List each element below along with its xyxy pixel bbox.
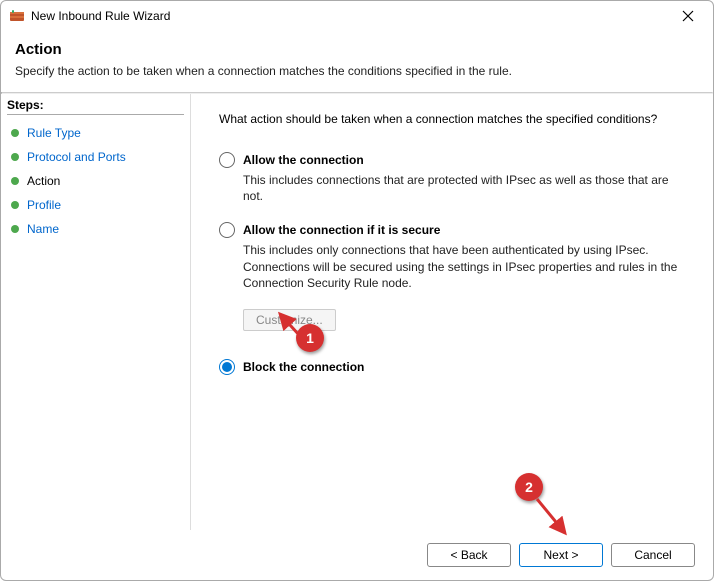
sidebar-item-profile[interactable]: Profile [7, 193, 184, 217]
bullet-icon [11, 177, 19, 185]
step-label: Profile [27, 198, 61, 212]
page-subtitle: Specify the action to be taken when a co… [15, 64, 699, 78]
wizard-header: Action Specify the action to be taken wh… [1, 31, 713, 92]
radio-desc-secure: This includes only connections that have… [243, 242, 683, 291]
step-label: Protocol and Ports [27, 150, 126, 164]
firewall-icon [9, 8, 25, 24]
page-title: Action [15, 41, 699, 58]
steps-sidebar: Steps: Rule Type Protocol and Ports Acti… [1, 94, 191, 530]
sidebar-item-rule-type[interactable]: Rule Type [7, 121, 184, 145]
step-label: Rule Type [27, 126, 81, 140]
sidebar-item-name[interactable]: Name [7, 217, 184, 241]
titlebar: New Inbound Rule Wizard [1, 1, 713, 31]
radio-label: Allow the connection if it is secure [243, 223, 440, 237]
close-icon [682, 10, 694, 22]
radio-icon [219, 152, 235, 168]
wizard-footer: < Back Next > Cancel [1, 530, 713, 580]
radio-icon [219, 359, 235, 375]
main-panel: What action should be taken when a conne… [191, 94, 713, 530]
bullet-icon [11, 201, 19, 209]
step-label: Name [27, 222, 59, 236]
radio-label: Block the connection [243, 360, 364, 374]
radio-icon [219, 222, 235, 238]
cancel-button[interactable]: Cancel [611, 543, 695, 567]
sidebar-item-action[interactable]: Action [7, 169, 184, 193]
radio-label: Allow the connection [243, 153, 364, 167]
steps-heading: Steps: [7, 98, 184, 115]
bullet-icon [11, 129, 19, 137]
bullet-icon [11, 225, 19, 233]
radio-allow-secure[interactable]: Allow the connection if it is secure [219, 222, 685, 238]
radio-allow-connection[interactable]: Allow the connection [219, 152, 685, 168]
radio-block-connection[interactable]: Block the connection [219, 359, 685, 375]
step-label: Action [27, 174, 60, 188]
main-prompt: What action should be taken when a conne… [219, 112, 685, 126]
customize-button: Customize... [243, 309, 336, 331]
window-title: New Inbound Rule Wizard [31, 9, 673, 23]
next-button[interactable]: Next > [519, 543, 603, 567]
close-button[interactable] [673, 4, 703, 28]
back-button[interactable]: < Back [427, 543, 511, 567]
bullet-icon [11, 153, 19, 161]
content-area: Steps: Rule Type Protocol and Ports Acti… [1, 94, 713, 530]
sidebar-item-protocol-ports[interactable]: Protocol and Ports [7, 145, 184, 169]
radio-desc-allow: This includes connections that are prote… [243, 172, 683, 204]
